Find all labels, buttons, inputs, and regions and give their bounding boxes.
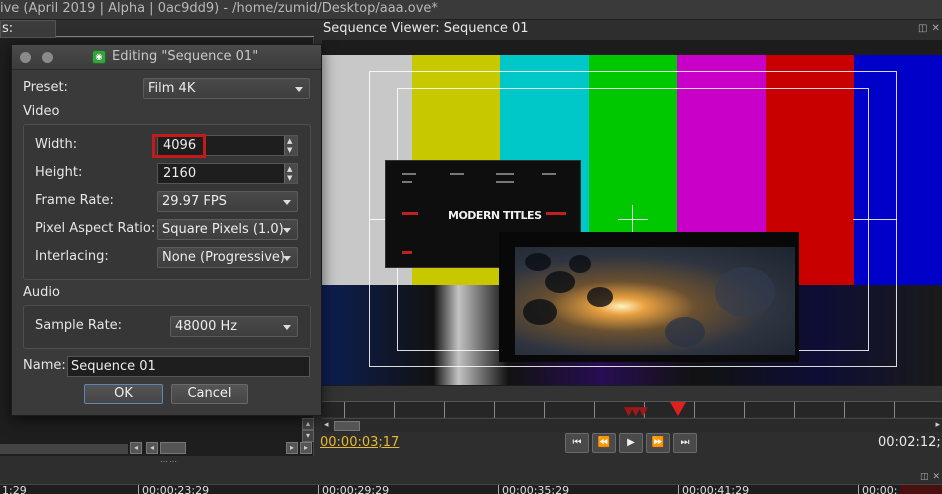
ruler-tick	[394, 402, 395, 418]
dialog-title: Editing "Sequence 01"	[112, 49, 259, 64]
sample-rate-value: 48000 Hz	[175, 319, 238, 334]
close-window-icon[interactable]	[20, 52, 31, 63]
interlacing-value: None (Progressive)	[162, 250, 285, 265]
increment-icon[interactable]: ▲	[287, 137, 292, 145]
ruler-tick	[544, 402, 545, 418]
highlight-annotation	[152, 134, 206, 158]
blossom-photo	[515, 247, 795, 355]
frame-rate-label: Frame Rate:	[35, 193, 114, 208]
frame-rate-dropdown[interactable]: 29.97 FPS	[157, 191, 298, 212]
viewer-title: Sequence Viewer: Sequence 01	[323, 21, 529, 36]
left-panel-tab[interactable]: s: (none)	[0, 20, 56, 52]
sequence-name-input[interactable]: Sequence 01	[67, 356, 310, 377]
viewer-scrub-area[interactable]	[322, 386, 942, 401]
minimize-window-icon[interactable]	[42, 52, 53, 63]
scroll-left-icon[interactable]: ◂	[146, 442, 158, 454]
ruler-tick	[794, 402, 795, 418]
ruler-tick	[494, 402, 495, 418]
ruler-tick	[694, 402, 695, 418]
ruler-tick	[444, 402, 445, 418]
ruler-label: 00:00:35;29	[502, 484, 570, 494]
ruler-tick	[744, 402, 745, 418]
interlacing-dropdown[interactable]: None (Progressive)	[157, 247, 298, 268]
ruler-label: 00:00:29;29	[322, 484, 390, 494]
viewer-horizontal-scrollbar[interactable]: ◂ ▸	[322, 418, 942, 432]
scroll-down-icon[interactable]: ▾	[302, 430, 314, 442]
window-title: ive (April 2019 | Alpha | 0ac9dd9) - /ho…	[0, 0, 942, 20]
scroll-track[interactable]	[0, 444, 128, 454]
sample-rate-dropdown[interactable]: 48000 Hz	[170, 316, 298, 337]
frame-rate-value: 29.97 FPS	[162, 194, 227, 209]
scroll-up-icon[interactable]: ▴	[302, 418, 314, 430]
video-clip-overlay	[499, 232, 799, 362]
width-label: Width:	[35, 137, 78, 152]
chevron-down-icon	[283, 228, 291, 233]
project-panel-scrollbar[interactable]: ◂ ◂ ▸ ▸	[0, 442, 314, 456]
scroll-left-icon[interactable]: ◂	[324, 420, 329, 430]
splitter-grip-icon[interactable]: ⋯⋯	[160, 457, 178, 466]
right-crosshair	[853, 219, 897, 220]
ruler-tick	[594, 402, 595, 418]
ruler-tick	[844, 402, 845, 418]
preset-label: Preset:	[23, 80, 68, 95]
scroll-right-icon[interactable]: ▸	[300, 442, 312, 454]
rewind-button[interactable]: ⏪	[592, 433, 616, 453]
timeline-panel-icons[interactable]: ◫✕	[920, 472, 942, 482]
chevron-down-icon	[283, 325, 291, 330]
ok-button[interactable]: OK	[84, 384, 163, 404]
current-timecode[interactable]: 00:00:03;17	[320, 435, 399, 450]
fast-forward-button[interactable]: ⏩	[646, 433, 670, 453]
height-label: Height:	[35, 165, 83, 180]
center-crosshair-v	[632, 205, 633, 235]
tab-divider	[56, 36, 314, 37]
viewer-canvas: MODERN TITLES	[322, 55, 942, 385]
play-button[interactable]: ▶	[619, 433, 643, 453]
preset-dropdown[interactable]: Film 4K	[143, 78, 310, 99]
decrement-icon[interactable]: ▼	[287, 146, 292, 154]
sequence-viewer[interactable]: MODERN TITLES	[322, 40, 942, 386]
pixel-aspect-dropdown[interactable]: Square Pixels (1.0)	[157, 219, 298, 240]
go-to-start-button[interactable]: ⏮	[565, 433, 589, 453]
audio-section-title: Audio	[23, 285, 60, 300]
panel-float-close-icons[interactable]: ◫✕	[918, 23, 942, 34]
app-logo-icon: ◉	[92, 50, 106, 64]
scroll-thumb[interactable]	[160, 442, 186, 454]
end-timecode: 00:02:12;14	[878, 435, 942, 450]
timeline-ruler[interactable]: 1:29 00:00:23;29 00:00:29;29 00:00:35;29…	[0, 484, 942, 494]
height-spinbox[interactable]: 2160 ▲ ▼	[157, 163, 298, 184]
chevron-down-icon	[283, 256, 291, 261]
pixel-aspect-label: Pixel Aspect Ratio:	[35, 221, 156, 236]
scroll-right-icon[interactable]: ▸	[286, 442, 298, 454]
scrollbar-thumb[interactable]	[334, 421, 360, 431]
center-crosshair-h	[618, 219, 648, 220]
increment-icon[interactable]: ▲	[287, 165, 292, 173]
height-value: 2160	[163, 166, 197, 181]
ruler-tick	[894, 402, 895, 418]
ruler-label: 00:00:	[862, 484, 898, 494]
ruler-tick	[344, 402, 345, 418]
ruler-label: 00:00:41;29	[682, 484, 750, 494]
ruler-label: 00:00:23;29	[142, 484, 210, 494]
name-label: Name:	[23, 358, 66, 373]
scroll-right-icon[interactable]: ▸	[935, 420, 940, 430]
sample-rate-label: Sample Rate:	[35, 318, 123, 333]
overlay-title-text: MODERN TITLES	[448, 209, 542, 222]
video-section-title: Video	[23, 104, 60, 119]
decrement-icon[interactable]: ▼	[287, 174, 292, 182]
marker-cluster: ▼▼▼	[624, 404, 648, 418]
preset-value: Film 4K	[148, 81, 196, 96]
interlacing-label: Interlacing:	[35, 249, 109, 264]
transport-controls: ⏮ ⏪ ▶ ⏩ ⏭	[565, 433, 697, 453]
chevron-down-icon	[283, 200, 291, 205]
dialog-titlebar[interactable]: ◉ Editing "Sequence 01"	[12, 45, 321, 70]
pixel-aspect-value: Square Pixels (1.0)	[162, 222, 284, 237]
app-window: ive (April 2019 | Alpha | 0ac9dd9) - /ho…	[0, 0, 942, 494]
cancel-button[interactable]: Cancel	[171, 384, 248, 404]
ruler-label: 1:29	[2, 484, 27, 494]
chevron-down-icon	[295, 87, 303, 92]
scroll-left-icon[interactable]: ◂	[130, 442, 142, 454]
playhead-marker[interactable]	[670, 402, 686, 416]
go-to-end-button[interactable]: ⏭	[673, 433, 697, 453]
